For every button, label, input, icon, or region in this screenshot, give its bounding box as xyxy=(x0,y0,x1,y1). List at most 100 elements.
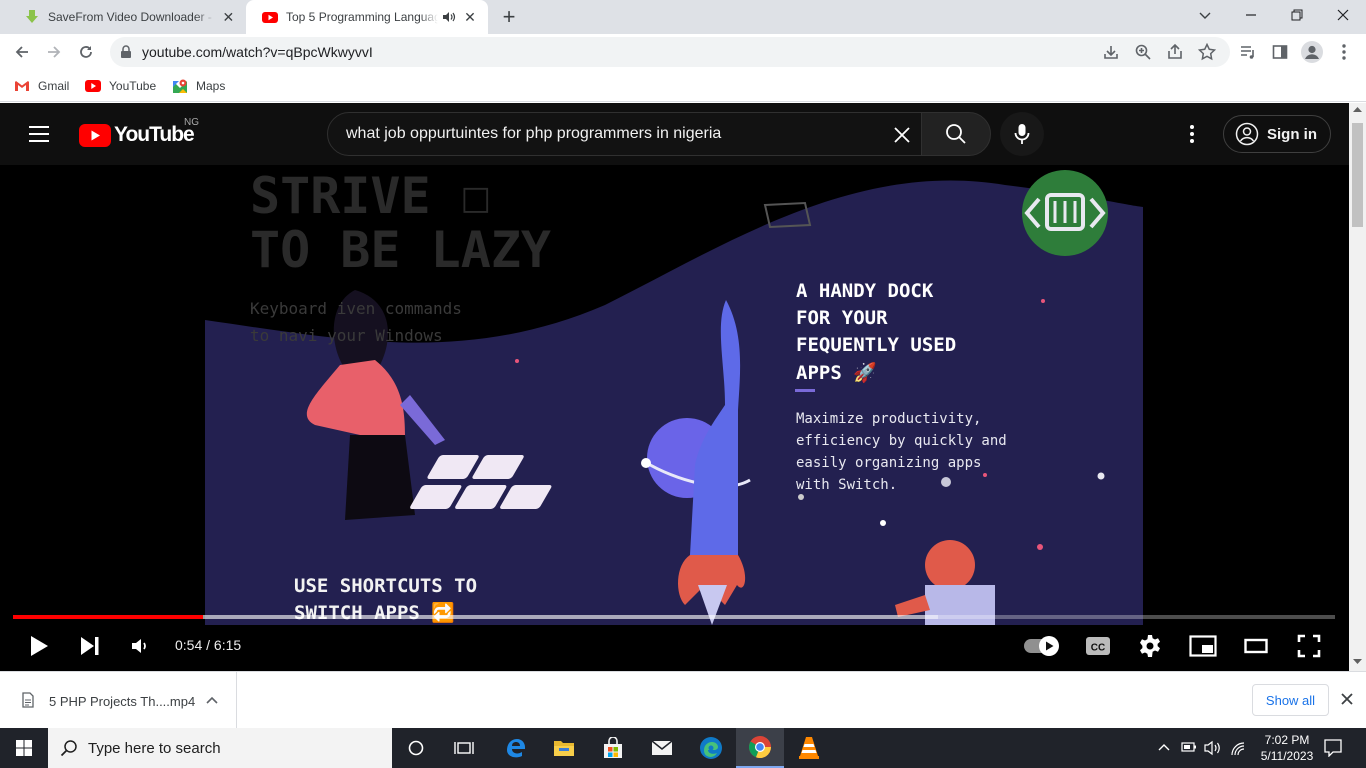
volume-icon xyxy=(132,639,146,653)
task-view-icon xyxy=(454,742,474,754)
show-hidden-icons-chevron-icon[interactable] xyxy=(1158,742,1170,752)
shortcut-text-line-1: USE SHORTCUTS TO xyxy=(294,575,478,597)
hamburger-menu-icon[interactable] xyxy=(26,122,52,146)
next-video-button[interactable] xyxy=(77,629,103,663)
taskbar-edge-legacy[interactable] xyxy=(491,728,539,768)
close-download-shelf-icon[interactable] xyxy=(1338,690,1356,708)
bookmark-youtube[interactable]: YouTube xyxy=(85,76,156,96)
start-button[interactable] xyxy=(0,728,48,768)
bookmark-label: Maps xyxy=(196,79,226,93)
fullscreen-button[interactable] xyxy=(1294,629,1324,663)
scroll-down-arrow-icon[interactable] xyxy=(1353,659,1362,665)
video-faded-text-line-2: to navi your Windows xyxy=(250,326,443,345)
maps-pin-icon xyxy=(173,79,187,93)
microphone-icon xyxy=(1014,124,1030,144)
cortana-button[interactable] xyxy=(392,728,440,768)
share-icon[interactable] xyxy=(1166,43,1184,61)
theater-mode-button[interactable] xyxy=(1241,629,1271,663)
settings-button[interactable] xyxy=(1136,629,1164,663)
play-icon xyxy=(31,636,48,656)
bookmark-maps[interactable]: Maps xyxy=(172,76,225,96)
taskbar-edge[interactable] xyxy=(687,728,735,768)
address-bar[interactable]: youtube.com/watch?v=qBpcWkwyvvI xyxy=(110,37,1230,67)
back-button[interactable] xyxy=(8,38,36,66)
clock-date: 5/11/2023 xyxy=(1260,749,1314,763)
cortana-circle-icon xyxy=(408,740,424,756)
forward-button[interactable] xyxy=(40,38,68,66)
taskbar-file-explorer[interactable] xyxy=(540,728,588,768)
zoom-icon[interactable] xyxy=(1134,43,1152,61)
lock-icon[interactable] xyxy=(120,45,132,59)
play-button[interactable] xyxy=(24,629,54,663)
scroll-up-arrow-icon[interactable] xyxy=(1353,106,1362,112)
media-queue-icon[interactable] xyxy=(1234,38,1262,66)
tab-savefrom[interactable]: SaveFrom Video Downloader - Do ✕ xyxy=(8,0,246,34)
side-panel-icon[interactable] xyxy=(1266,38,1294,66)
show-all-downloads-button[interactable]: Show all xyxy=(1252,684,1329,716)
taskbar-mail[interactable] xyxy=(638,728,686,768)
settings-more-icon[interactable] xyxy=(1182,122,1202,146)
taskbar-search-placeholder: Type here to search xyxy=(88,739,221,757)
browser-menu-icon[interactable] xyxy=(1330,38,1358,66)
autoplay-toggle[interactable] xyxy=(1022,629,1062,663)
page-scrollbar[interactable] xyxy=(1349,103,1366,671)
folder-icon xyxy=(554,741,574,756)
wifi-icon[interactable] xyxy=(1230,739,1246,757)
close-tab-icon[interactable]: ✕ xyxy=(460,7,480,27)
fullscreen-icon xyxy=(1297,634,1321,658)
bookmark-gmail[interactable]: Gmail xyxy=(14,76,69,96)
taskbar-vlc[interactable] xyxy=(785,728,833,768)
clear-search-icon[interactable] xyxy=(892,125,912,145)
taskbar-chrome[interactable] xyxy=(736,728,784,768)
close-tab-icon[interactable]: ✕ xyxy=(219,7,238,27)
miniplayer-icon xyxy=(1189,635,1217,657)
system-clock[interactable]: 7:02 PM 5/11/2023 xyxy=(1256,732,1318,764)
edge-icon xyxy=(700,737,722,759)
taskbar-microsoft-store[interactable] xyxy=(589,728,637,768)
dock-title-line-3: FEQUENTLY USED xyxy=(796,334,957,356)
video-progress-bar[interactable] xyxy=(13,615,1335,619)
chevron-up-icon[interactable] xyxy=(206,696,218,704)
tab-youtube-video[interactable]: Top 5 Programming Languages ✕ xyxy=(246,0,488,34)
url-text[interactable]: youtube.com/watch?v=qBpcWkwyvvI xyxy=(142,44,373,60)
tab-audio-playing-icon[interactable] xyxy=(442,10,456,24)
tab-search-chevron-icon[interactable] xyxy=(1182,0,1228,30)
speaker-volume-icon[interactable] xyxy=(1204,740,1222,756)
mute-button[interactable] xyxy=(128,629,152,663)
video-headline-line-1: STRIVE ☐ xyxy=(250,167,491,225)
voice-search-button[interactable] xyxy=(1000,112,1044,156)
windows-logo-icon xyxy=(16,740,32,756)
youtube-icon xyxy=(85,80,101,92)
subtitles-button[interactable]: CC xyxy=(1084,629,1112,663)
scroll-thumb[interactable] xyxy=(1352,123,1363,227)
install-download-icon[interactable] xyxy=(1102,43,1120,61)
search-query-text[interactable]: what job oppurtuintes for php programmer… xyxy=(346,125,721,143)
task-view-button[interactable] xyxy=(440,728,488,768)
search-icon xyxy=(60,740,77,757)
reload-button[interactable] xyxy=(72,38,100,66)
download-item[interactable]: 5 PHP Projects Th....mp4 xyxy=(0,672,237,728)
search-input[interactable]: what job oppurtuintes for php programmer… xyxy=(327,112,922,156)
youtube-wordmark: YouTube xyxy=(114,123,195,146)
profile-avatar-icon[interactable] xyxy=(1298,38,1326,66)
new-tab-button[interactable]: + xyxy=(498,4,520,29)
youtube-favicon-icon xyxy=(262,12,278,23)
search-button[interactable] xyxy=(921,112,991,156)
video-headline-line-2: TO BE LAZY xyxy=(250,221,552,279)
battery-icon[interactable] xyxy=(1181,741,1197,753)
taskbar-search-box[interactable]: Type here to search xyxy=(48,728,392,768)
video-player[interactable]: STRIVE ☐ TO BE LAZY Keyboard iven comman… xyxy=(0,165,1349,671)
restore-window-button[interactable] xyxy=(1274,0,1320,30)
skip-next-icon xyxy=(81,637,99,655)
miniplayer-button[interactable] xyxy=(1188,629,1218,663)
minimize-window-button[interactable] xyxy=(1228,0,1274,30)
close-window-button[interactable] xyxy=(1320,0,1366,30)
bookmark-label: YouTube xyxy=(109,79,157,93)
svg-text:CC: CC xyxy=(1091,643,1105,654)
bookmark-star-icon[interactable] xyxy=(1198,43,1216,61)
notification-center-icon[interactable] xyxy=(1324,739,1342,757)
search-icon xyxy=(946,124,966,144)
youtube-logo[interactable]: YouTube xyxy=(79,123,195,147)
sign-in-button[interactable]: Sign in xyxy=(1223,115,1331,153)
bookmark-label: Gmail xyxy=(38,79,70,93)
